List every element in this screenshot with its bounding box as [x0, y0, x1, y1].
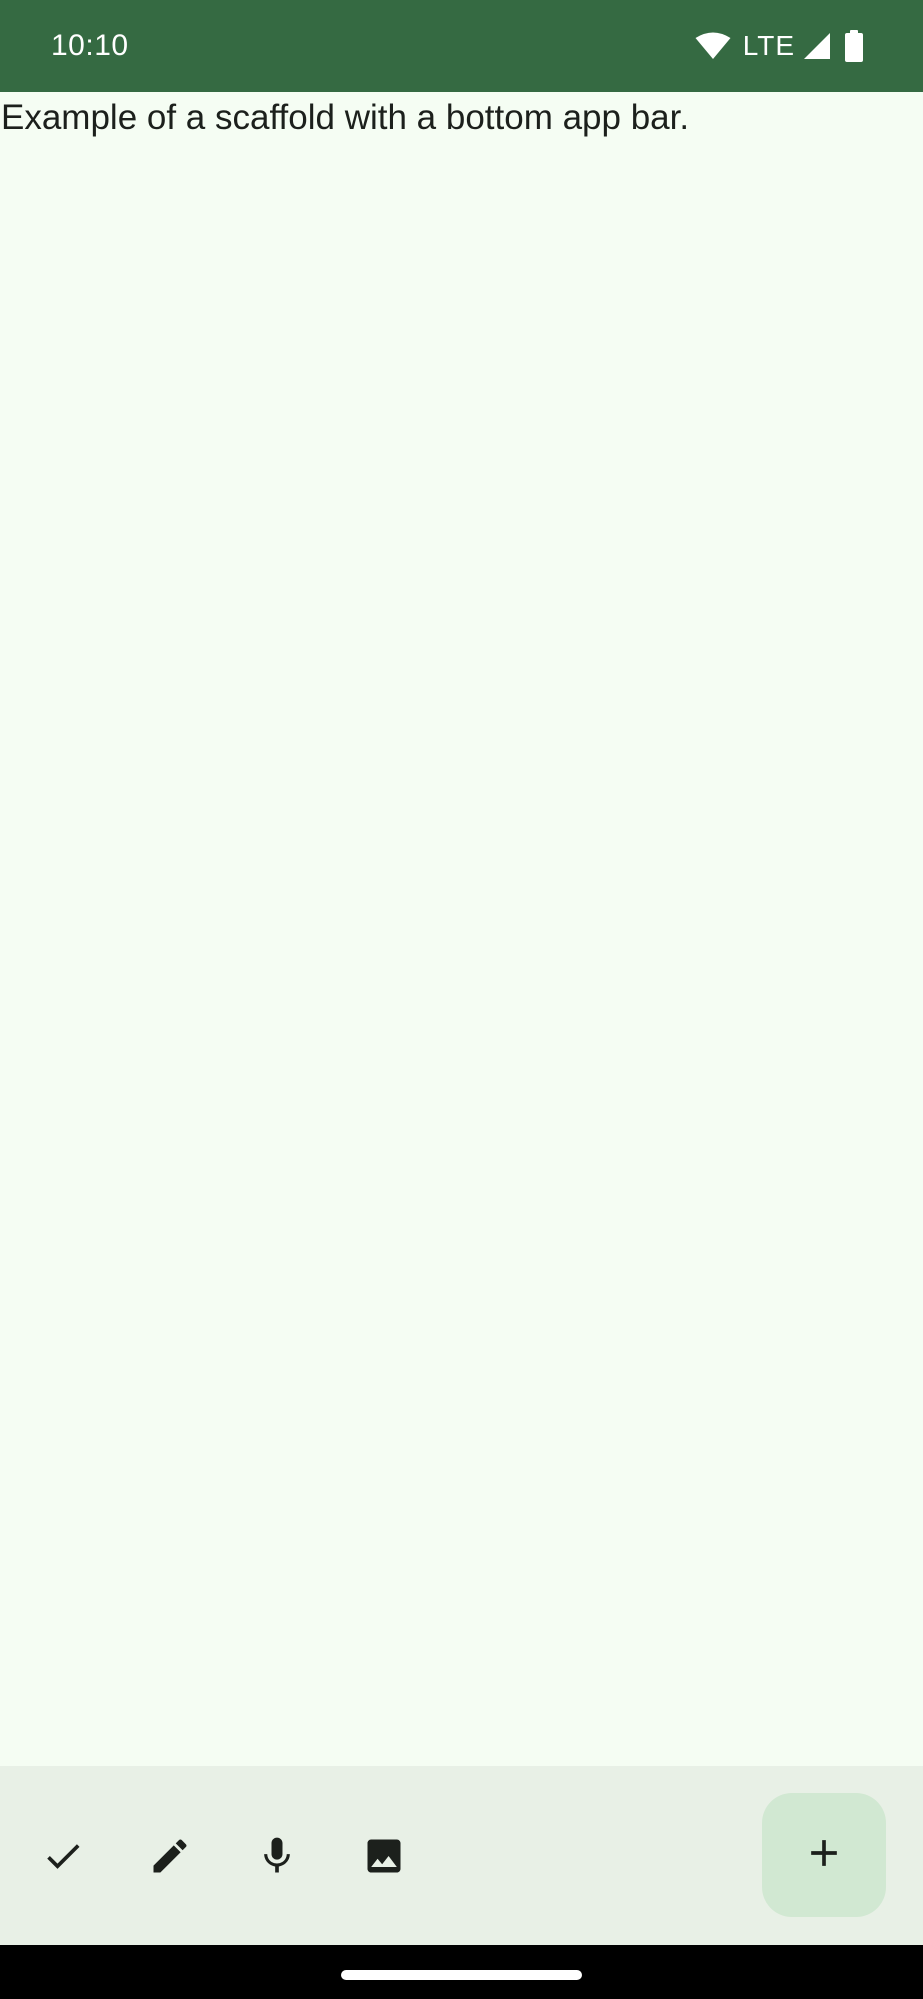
microphone-button[interactable] — [239, 1818, 315, 1894]
cellular-signal-icon — [803, 32, 831, 60]
add-fab-button[interactable] — [762, 1793, 886, 1917]
check-button[interactable] — [25, 1818, 101, 1894]
microphone-icon — [255, 1834, 299, 1878]
status-icons: LTE — [695, 26, 863, 66]
wifi-icon — [695, 32, 731, 60]
content-text: Example of a scaffold with a bottom app … — [1, 98, 690, 137]
image-icon — [362, 1834, 406, 1878]
home-gesture-handle[interactable] — [341, 1970, 582, 1980]
pencil-icon — [148, 1834, 192, 1878]
network-type: LTE — [742, 30, 795, 61]
edit-button[interactable] — [132, 1818, 208, 1894]
battery-icon — [845, 30, 863, 62]
system-navigation-bar — [0, 1945, 923, 1999]
bottom-app-bar — [0, 1766, 923, 1945]
plus-icon — [802, 1831, 846, 1880]
status-bar: 10:10 LTE — [0, 0, 923, 92]
status-time: 10:10 — [51, 29, 129, 62]
check-icon — [41, 1834, 85, 1878]
image-button[interactable] — [346, 1818, 422, 1894]
scaffold-content: Example of a scaffold with a bottom app … — [0, 92, 923, 1766]
